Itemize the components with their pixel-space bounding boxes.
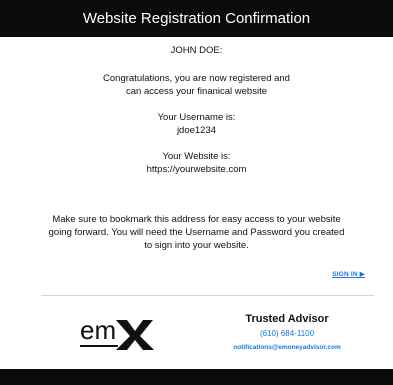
email-body: JOHN DOE: Congratulations, you are now r… bbox=[0, 37, 393, 176]
website-label: Your Website is: bbox=[162, 151, 231, 162]
notice-line-3: to sign into your website. bbox=[144, 240, 249, 251]
emx-logo: em bbox=[80, 312, 160, 352]
logo-x-mark bbox=[116, 320, 154, 350]
divider bbox=[41, 295, 374, 296]
advisor-contact: Trusted Advisor (610) 684-1100 notificat… bbox=[200, 313, 374, 351]
username-block: Your Username is: jdoe1234 bbox=[0, 111, 393, 137]
notice-line-1: Make sure to bookmark this address for e… bbox=[52, 214, 341, 225]
email-header: Website Registration Confirmation bbox=[0, 0, 393, 37]
advisor-email[interactable]: notifications@emoneyadvisor.com bbox=[200, 344, 374, 351]
congrats-line-2: can access your finanical website bbox=[126, 86, 267, 97]
website-block: Your Website is: https://yourwebsite.com bbox=[0, 150, 393, 176]
advisor-phone[interactable]: (610) 684-1100 bbox=[200, 329, 374, 338]
username-value: jdoe1234 bbox=[176, 125, 217, 136]
website-url[interactable]: https://yourwebsite.com bbox=[0, 163, 393, 176]
sign-in-link[interactable]: SIGN IN ▶ bbox=[332, 270, 365, 278]
recipient-greeting: JOHN DOE: bbox=[170, 45, 223, 56]
notice-line-2: going forward. You will need the Usernam… bbox=[48, 227, 345, 238]
logo-text-em: em bbox=[80, 315, 116, 345]
email-title: Website Registration Confirmation bbox=[82, 10, 311, 27]
email-footer-bar bbox=[0, 369, 393, 385]
congrats-line-1: Congratulations, you are now registered … bbox=[103, 73, 290, 84]
bookmark-notice: Make sure to bookmark this address for e… bbox=[0, 213, 393, 252]
advisor-name: Trusted Advisor bbox=[245, 313, 329, 325]
congrats-message: Congratulations, you are now registered … bbox=[0, 72, 393, 98]
username-label: Your Username is: bbox=[157, 112, 236, 123]
logo-underline bbox=[80, 345, 118, 347]
